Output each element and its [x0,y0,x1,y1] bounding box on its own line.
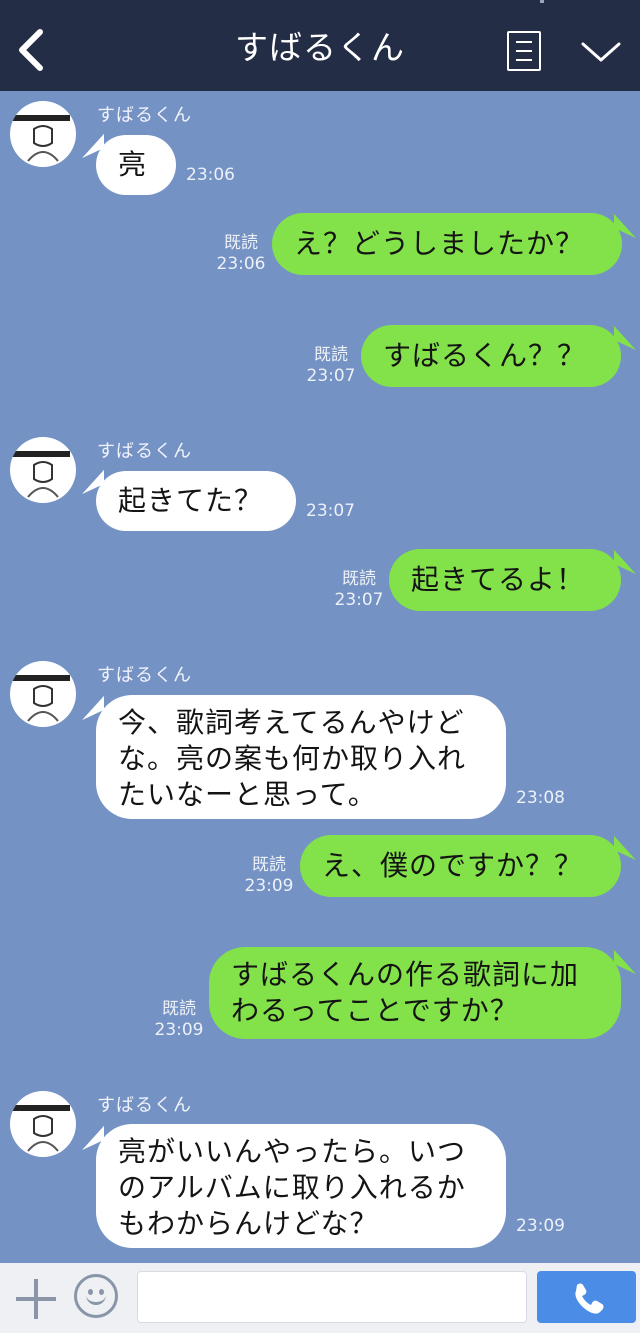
message-bubble[interactable]: 起きてた？ [96,471,296,531]
message-text-line: のアルバムに取り入れるか [118,1171,466,1204]
avatar-image [12,1105,70,1152]
read-receipt: 既読 23:07 [306,345,356,387]
avatar-image [12,675,70,722]
chat-title: すばるくん [235,28,405,67]
read-label: 既読 [224,233,258,253]
message-time: 23:07 [334,590,384,610]
avatar[interactable] [10,661,76,727]
message-text-line: 今、歌詞考えてるんやけど [118,706,465,739]
avatar-image [12,451,70,498]
call-button[interactable] [537,1271,636,1323]
message-text-line: もわからんけどな？ [118,1207,379,1240]
message-time: 23:07 [306,501,355,521]
chevron-down-icon[interactable] [580,38,622,66]
message-bubble[interactable]: 今、歌詞考えてるんやけど な。亮の案も何か取り入れ たいなーと思って。 [96,695,506,819]
message-list[interactable]: すばるくん 亮 23:06 既読 23:06 え？どうしましたか？ 既読 23:… [0,91,640,1263]
message-text: 亮 [118,148,148,181]
read-receipt: 既読 23:09 [244,855,294,897]
chat-header: すばるくん [0,0,640,91]
read-label: 既読 [252,855,286,875]
message-time: 23:09 [244,876,294,896]
message-time: 23:08 [516,788,565,808]
message-text: 起きてた？ [118,484,264,517]
message-text: 起きてるよ！ [411,563,586,596]
message-text: え？どうしましたか？ [294,227,585,260]
phone-icon [575,1283,604,1314]
message-time: 23:09 [516,1216,565,1236]
message-time: 23:06 [216,254,266,274]
document-menu-icon[interactable] [507,31,541,71]
message-bubble[interactable]: すばるくん？？ [361,325,621,387]
plus-icon[interactable] [14,1277,58,1321]
message-text: え、僕のですか？？ [322,849,584,882]
message-time: 23:06 [186,165,235,185]
read-label: 既読 [342,569,376,589]
message-text-line: 亮がいいんやったら。いつ [118,1135,467,1168]
message-text-line: たいなーと思って。 [118,778,377,811]
avatar[interactable] [10,1091,76,1157]
message-bubble[interactable]: 起きてるよ！ [389,549,621,611]
read-receipt: 既読 23:09 [154,999,204,1041]
message-text-line: すばるくんの作る歌詞に加 [231,958,580,991]
message-text-line: な。亮の案も何か取り入れ [118,742,467,775]
sender-name: すばるくん [97,1095,192,1116]
message-composer [0,1263,640,1333]
message-bubble[interactable]: 亮 [96,135,176,195]
message-time: 23:07 [306,366,356,386]
message-input[interactable] [137,1271,527,1323]
read-label: 既読 [314,345,348,365]
message-time: 23:09 [154,1020,204,1040]
message-text: すばるくん？？ [383,339,587,372]
avatar[interactable] [10,437,76,503]
sender-name: すばるくん [97,441,192,462]
message-bubble[interactable]: すばるくんの作る歌詞に加 わるってことですか？ [209,947,621,1039]
read-label: 既読 [162,999,196,1019]
message-bubble[interactable]: え、僕のですか？？ [300,835,621,897]
message-text-line: わるってことですか？ [231,994,519,1027]
message-bubble[interactable]: え？どうしましたか？ [272,213,622,275]
avatar[interactable] [10,101,76,167]
sender-name: すばるくん [97,105,192,126]
emoji-icon[interactable] [74,1274,118,1318]
read-receipt: 既読 23:06 [216,233,266,275]
sender-name: すばるくん [97,665,192,686]
emoji-mouth [86,1293,106,1305]
read-receipt: 既読 23:07 [334,569,384,611]
avatar-image [12,115,70,162]
message-bubble[interactable]: 亮がいいんやったら。いつ のアルバムに取り入れるか もわからんけどな？ [96,1124,506,1248]
